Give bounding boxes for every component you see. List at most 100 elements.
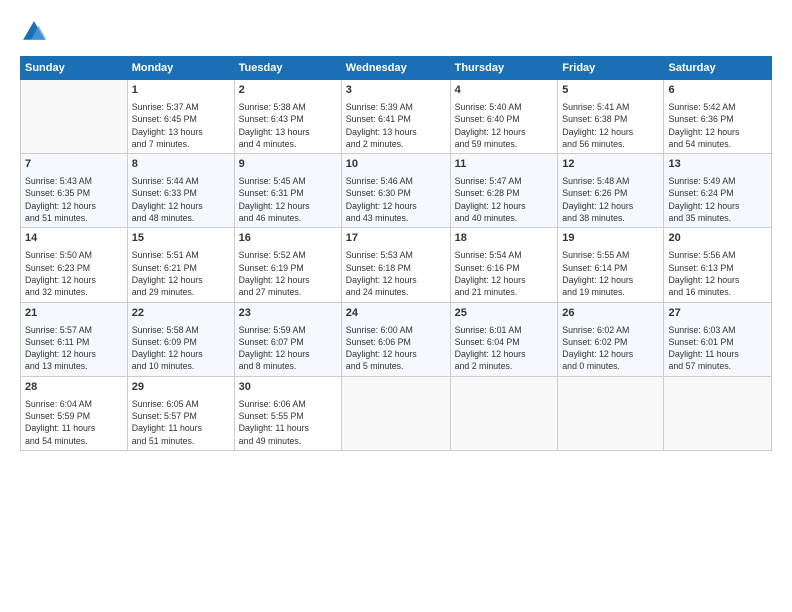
day-cell: 8 Sunrise: 5:44 AM Sunset: 6:33 PM Daylig… (127, 154, 234, 228)
day-number: 8 (132, 157, 230, 173)
day-info: Sunrise: 6:04 AM Sunset: 5:59 PM Dayligh… (25, 398, 123, 447)
week-row-2: 7 Sunrise: 5:43 AM Sunset: 6:35 PM Daylig… (21, 154, 772, 228)
col-header-wednesday: Wednesday (341, 57, 450, 80)
day-number: 21 (25, 306, 123, 322)
day-cell: 4Sunrise: 5:40 AM Sunset: 6:40 PM Daylig… (450, 80, 558, 154)
day-cell: 26 Sunrise: 6:02 AM Sunset: 6:02 PM Dayli… (558, 302, 664, 376)
day-info: Sunrise: 5:43 AM Sunset: 6:35 PM Dayligh… (25, 175, 123, 224)
day-info: Sunrise: 6:05 AM Sunset: 5:57 PM Dayligh… (132, 398, 230, 447)
day-number: 22 (132, 306, 230, 322)
day-number: 29 (132, 380, 230, 396)
day-number: 4 (455, 83, 554, 99)
day-info: Sunrise: 6:00 AM Sunset: 6:06 PM Dayligh… (346, 324, 446, 373)
day-info: Sunrise: 6:06 AM Sunset: 5:55 PM Dayligh… (239, 398, 337, 447)
day-cell: 22Sunrise: 5:58 AM Sunset: 6:09 PM Dayli… (127, 302, 234, 376)
day-number: 6 (668, 83, 767, 99)
day-info: Sunrise: 5:46 AM Sunset: 6:30 PM Dayligh… (346, 175, 446, 224)
day-cell (558, 376, 664, 450)
week-row-3: 14 Sunrise: 5:50 AM Sunset: 6:23 PM Dayli… (21, 228, 772, 302)
col-header-monday: Monday (127, 57, 234, 80)
day-number: 5 (562, 83, 659, 99)
day-number: 18 (455, 231, 554, 247)
day-number: 10 (346, 157, 446, 173)
day-cell: 2 Sunrise: 5:38 AM Sunset: 6:43 PM Daylig… (234, 80, 341, 154)
day-cell: 6 Sunrise: 5:42 AM Sunset: 6:36 PM Daylig… (664, 80, 772, 154)
day-info: Sunrise: 5:52 AM Sunset: 6:19 PM Dayligh… (239, 249, 337, 298)
day-info: Sunrise: 5:41 AM Sunset: 6:38 PM Dayligh… (562, 101, 659, 150)
calendar-table: SundayMondayTuesdayWednesdayThursdayFrid… (20, 56, 772, 451)
week-row-5: 28 Sunrise: 6:04 AM Sunset: 5:59 PM Dayli… (21, 376, 772, 450)
day-cell: 3 Sunrise: 5:39 AM Sunset: 6:41 PM Daylig… (341, 80, 450, 154)
day-cell: 12 Sunrise: 5:48 AM Sunset: 6:26 PM Dayli… (558, 154, 664, 228)
logo (20, 18, 52, 46)
day-cell (21, 80, 128, 154)
day-cell: 15Sunrise: 5:51 AM Sunset: 6:21 PM Dayli… (127, 228, 234, 302)
day-cell: 29 Sunrise: 6:05 AM Sunset: 5:57 PM Dayli… (127, 376, 234, 450)
day-cell: 23 Sunrise: 5:59 AM Sunset: 6:07 PM Dayli… (234, 302, 341, 376)
col-header-thursday: Thursday (450, 57, 558, 80)
header (20, 18, 772, 46)
day-number: 30 (239, 380, 337, 396)
day-info: Sunrise: 5:50 AM Sunset: 6:23 PM Dayligh… (25, 249, 123, 298)
day-cell (341, 376, 450, 450)
day-info: Sunrise: 5:57 AM Sunset: 6:11 PM Dayligh… (25, 324, 123, 373)
day-info: Sunrise: 6:03 AM Sunset: 6:01 PM Dayligh… (668, 324, 767, 373)
day-info: Sunrise: 6:02 AM Sunset: 6:02 PM Dayligh… (562, 324, 659, 373)
page: SundayMondayTuesdayWednesdayThursdayFrid… (0, 0, 792, 612)
day-info: Sunrise: 5:53 AM Sunset: 6:18 PM Dayligh… (346, 249, 446, 298)
day-cell: 1 Sunrise: 5:37 AM Sunset: 6:45 PM Daylig… (127, 80, 234, 154)
day-cell: 11 Sunrise: 5:47 AM Sunset: 6:28 PM Dayli… (450, 154, 558, 228)
day-cell: 28 Sunrise: 6:04 AM Sunset: 5:59 PM Dayli… (21, 376, 128, 450)
day-info: Sunrise: 5:45 AM Sunset: 6:31 PM Dayligh… (239, 175, 337, 224)
day-info: Sunrise: 5:48 AM Sunset: 6:26 PM Dayligh… (562, 175, 659, 224)
day-cell: 27Sunrise: 6:03 AM Sunset: 6:01 PM Dayli… (664, 302, 772, 376)
day-number: 16 (239, 231, 337, 247)
day-cell: 16 Sunrise: 5:52 AM Sunset: 6:19 PM Dayli… (234, 228, 341, 302)
day-number: 20 (668, 231, 767, 247)
day-cell (664, 376, 772, 450)
day-number: 24 (346, 306, 446, 322)
day-info: Sunrise: 5:44 AM Sunset: 6:33 PM Dayligh… (132, 175, 230, 224)
day-info: Sunrise: 5:39 AM Sunset: 6:41 PM Dayligh… (346, 101, 446, 150)
day-info: Sunrise: 5:51 AM Sunset: 6:21 PM Dayligh… (132, 249, 230, 298)
day-cell: 14 Sunrise: 5:50 AM Sunset: 6:23 PM Dayli… (21, 228, 128, 302)
day-number: 13 (668, 157, 767, 173)
day-cell: 7 Sunrise: 5:43 AM Sunset: 6:35 PM Daylig… (21, 154, 128, 228)
day-number: 26 (562, 306, 659, 322)
day-cell: 30 Sunrise: 6:06 AM Sunset: 5:55 PM Dayli… (234, 376, 341, 450)
day-number: 2 (239, 83, 337, 99)
day-info: Sunrise: 6:01 AM Sunset: 6:04 PM Dayligh… (455, 324, 554, 373)
day-number: 23 (239, 306, 337, 322)
day-info: Sunrise: 5:38 AM Sunset: 6:43 PM Dayligh… (239, 101, 337, 150)
day-number: 11 (455, 157, 554, 173)
day-info: Sunrise: 5:47 AM Sunset: 6:28 PM Dayligh… (455, 175, 554, 224)
day-cell: 10 Sunrise: 5:46 AM Sunset: 6:30 PM Dayli… (341, 154, 450, 228)
day-number: 14 (25, 231, 123, 247)
day-cell: 17 Sunrise: 5:53 AM Sunset: 6:18 PM Dayli… (341, 228, 450, 302)
col-header-saturday: Saturday (664, 57, 772, 80)
day-info: Sunrise: 5:37 AM Sunset: 6:45 PM Dayligh… (132, 101, 230, 150)
day-number: 3 (346, 83, 446, 99)
day-info: Sunrise: 5:59 AM Sunset: 6:07 PM Dayligh… (239, 324, 337, 373)
day-cell: 9 Sunrise: 5:45 AM Sunset: 6:31 PM Daylig… (234, 154, 341, 228)
week-row-4: 21 Sunrise: 5:57 AM Sunset: 6:11 PM Dayli… (21, 302, 772, 376)
col-header-tuesday: Tuesday (234, 57, 341, 80)
day-cell (450, 376, 558, 450)
day-number: 12 (562, 157, 659, 173)
day-number: 19 (562, 231, 659, 247)
day-number: 17 (346, 231, 446, 247)
day-cell: 25Sunrise: 6:01 AM Sunset: 6:04 PM Dayli… (450, 302, 558, 376)
day-number: 28 (25, 380, 123, 396)
day-cell: 24 Sunrise: 6:00 AM Sunset: 6:06 PM Dayli… (341, 302, 450, 376)
col-header-sunday: Sunday (21, 57, 128, 80)
logo-icon (20, 18, 48, 46)
day-cell: 19 Sunrise: 5:55 AM Sunset: 6:14 PM Dayli… (558, 228, 664, 302)
day-info: Sunrise: 5:42 AM Sunset: 6:36 PM Dayligh… (668, 101, 767, 150)
day-info: Sunrise: 5:56 AM Sunset: 6:13 PM Dayligh… (668, 249, 767, 298)
day-number: 1 (132, 83, 230, 99)
day-number: 7 (25, 157, 123, 173)
day-info: Sunrise: 5:54 AM Sunset: 6:16 PM Dayligh… (455, 249, 554, 298)
day-info: Sunrise: 5:55 AM Sunset: 6:14 PM Dayligh… (562, 249, 659, 298)
day-cell: 20 Sunrise: 5:56 AM Sunset: 6:13 PM Dayli… (664, 228, 772, 302)
day-number: 9 (239, 157, 337, 173)
